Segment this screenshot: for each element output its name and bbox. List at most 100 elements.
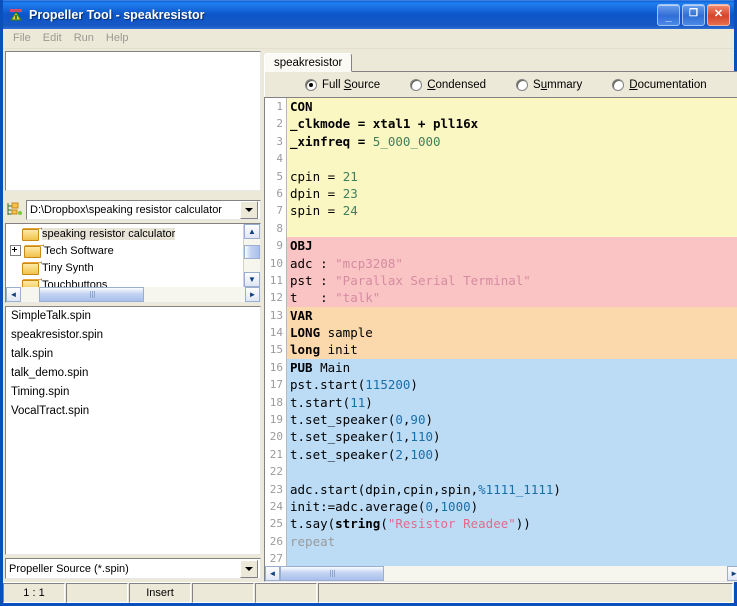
scroll-right-button[interactable]: ►: [245, 287, 260, 302]
code-token: string: [335, 516, 381, 532]
list-item[interactable]: talk_demo.spin: [6, 364, 260, 383]
code-line[interactable]: t.start(11): [287, 393, 737, 412]
code-token: 21: [342, 168, 358, 184]
folder-tree-list[interactable]: speaking resistor calculator Tech Softwa…: [6, 224, 243, 287]
scroll-left-button[interactable]: ◄: [6, 287, 21, 302]
file-list[interactable]: SimpleTalk.spin speakresistor.spin talk.…: [5, 306, 261, 555]
code-line[interactable]: OBJ: [287, 237, 737, 255]
code-line[interactable]: t.set_speaker(1,110): [287, 428, 737, 446]
folder-tree-icon[interactable]: [5, 201, 24, 219]
code-line[interactable]: PUB Main: [287, 358, 737, 377]
code-line[interactable]: t.set_speaker(0,90): [287, 411, 737, 429]
scroll-track[interactable]: [21, 287, 245, 302]
code-line[interactable]: _xinfreq = 5_000_000: [287, 132, 737, 151]
code-token: pst :: [290, 272, 336, 288]
scroll-track[interactable]: [280, 566, 727, 581]
code-token: "Resistor Readee": [387, 516, 516, 532]
code-line[interactable]: t : "talk": [287, 289, 737, 307]
code-line[interactable]: [287, 219, 737, 238]
code-line[interactable]: t.set_speaker(2,100): [287, 445, 737, 464]
minimize-button[interactable]: _: [657, 4, 680, 26]
code-token: ): [433, 446, 441, 462]
menu-item-run[interactable]: Run: [68, 30, 100, 47]
scroll-left-button[interactable]: ◄: [265, 566, 280, 581]
scroll-up-button[interactable]: ▲: [244, 224, 260, 239]
list-item[interactable]: VocalTract.spin: [6, 402, 260, 421]
code-token: 0: [395, 412, 403, 428]
code-line[interactable]: _clkmode = xtal1 + pll16x: [287, 115, 737, 133]
code-line[interactable]: [287, 463, 737, 481]
tree-item-speaking-resistor-calculator[interactable]: speaking resistor calculator: [6, 225, 243, 242]
code-line[interactable]: t.say(string("Resistor Readee")): [287, 515, 737, 533]
scroll-thumb[interactable]: [39, 287, 144, 302]
code-line[interactable]: CON: [287, 98, 737, 116]
line-number: 9: [276, 239, 283, 253]
code-line[interactable]: adc.start(dpin,cpin,spin,%1111_1111): [287, 480, 737, 498]
line-number: 25: [269, 517, 283, 531]
scroll-thumb[interactable]: [280, 566, 384, 581]
radio-summary[interactable]: Summary: [516, 78, 582, 91]
tree-item-tiny-synth[interactable]: Tiny Synth: [6, 259, 243, 276]
menu-item-file[interactable]: File: [7, 30, 37, 47]
code-token: init: [320, 342, 358, 358]
code-line[interactable]: LONG sample: [287, 324, 737, 342]
tab-speakresistor[interactable]: speakresistor: [264, 53, 353, 72]
status-bar: 1 : 1 Insert: [3, 582, 734, 603]
line-number: 7: [276, 204, 283, 218]
maximize-button[interactable]: ❐: [682, 4, 705, 26]
code-text-area[interactable]: CON _clkmode = xtal1 + pll16x _xinfreq = 5…: [287, 98, 737, 566]
line-number: 20: [269, 430, 283, 444]
list-item[interactable]: speakresistor.spin: [6, 326, 260, 345]
line-number: 1: [276, 100, 283, 113]
code-line[interactable]: dpin = 23: [287, 184, 737, 203]
code-line[interactable]: init:=adc.average(0,1000): [287, 497, 737, 516]
scroll-down-button[interactable]: ▼: [244, 272, 260, 287]
list-item[interactable]: SimpleTalk.spin: [6, 307, 260, 326]
code-token: t.start(: [290, 394, 351, 410]
path-dropdown-chevron-down-icon[interactable]: [240, 201, 258, 219]
file-filter-combobox[interactable]: Propeller Source (*.spin): [5, 558, 261, 579]
list-item[interactable]: Timing.spin: [6, 383, 260, 402]
tree-expander-icon: [10, 280, 19, 287]
line-number: 27: [269, 552, 283, 566]
radio-full-source[interactable]: Full Source: [305, 78, 380, 91]
scroll-right-button[interactable]: ►: [726, 566, 737, 581]
code-line[interactable]: adc : "mcp3208": [287, 254, 737, 272]
chevron-right-icon: ►: [248, 290, 257, 299]
tree-expander-icon: [10, 229, 19, 238]
folder-tree-horizontal-scrollbar[interactable]: ◄ ►: [6, 287, 260, 302]
code-line[interactable]: repeat: [287, 532, 737, 551]
editor-horizontal-scrollbar[interactable]: ◄ ►: [265, 566, 737, 581]
tree-expander-icon: [10, 263, 19, 272]
code-token: 100: [410, 446, 433, 462]
close-button[interactable]: ✕: [707, 4, 730, 26]
scroll-thumb[interactable]: [244, 245, 260, 259]
radio-documentation[interactable]: Documentation: [612, 78, 707, 91]
code-line[interactable]: cpin = 21: [287, 167, 737, 185]
folder-tree-vertical-scrollbar[interactable]: ▲ ▼: [243, 224, 260, 287]
code-line[interactable]: pst : "Parallax Serial Terminal": [287, 271, 737, 290]
menu-item-help[interactable]: Help: [100, 30, 135, 47]
folder-icon: [24, 244, 44, 258]
code-line[interactable]: VAR: [287, 306, 737, 325]
file-filter-chevron-down-icon[interactable]: [240, 559, 258, 578]
chevron-up-icon: ▲: [248, 227, 256, 236]
menu-item-edit[interactable]: Edit: [37, 30, 68, 47]
code-token: ): [365, 394, 373, 410]
tree-expander-plus-icon[interactable]: [10, 245, 21, 256]
code-line[interactable]: spin = 24: [287, 202, 737, 220]
path-combobox[interactable]: D:\Dropbox\speaking resistor calculator: [26, 200, 261, 220]
code-token: sample: [320, 325, 373, 341]
code-line[interactable]: [287, 550, 737, 566]
tree-item-tech-software[interactable]: Tech Software: [6, 242, 243, 259]
code-token: _clkmode = xtal1 + pll16x: [290, 116, 479, 132]
scroll-track[interactable]: [244, 239, 260, 272]
code-line[interactable]: [287, 150, 737, 168]
line-number: 10: [269, 256, 283, 270]
code-line[interactable]: pst.start(115200): [287, 376, 737, 394]
code-line[interactable]: long init: [287, 341, 737, 359]
list-item[interactable]: talk.spin: [6, 345, 260, 364]
view-mode-toolbar: Full Source Condensed Summary Documentat…: [264, 72, 737, 97]
tree-item-touchbuttons[interactable]: Touchbuttons: [6, 276, 243, 287]
radio-condensed[interactable]: Condensed: [410, 78, 486, 91]
